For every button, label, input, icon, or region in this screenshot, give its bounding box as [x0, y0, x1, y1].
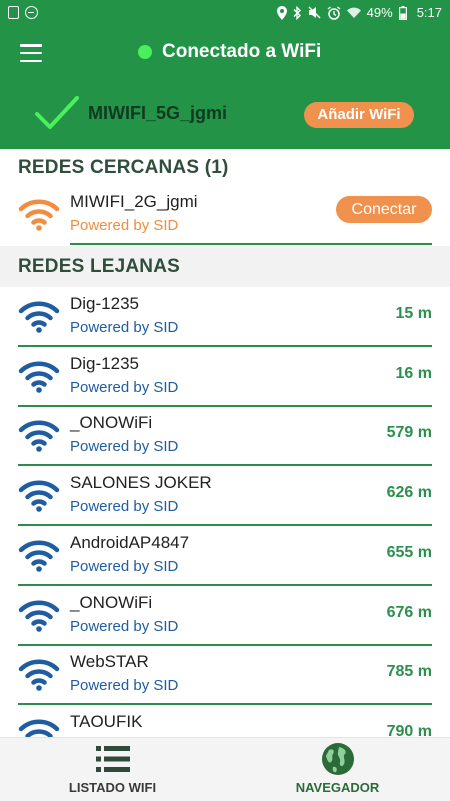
- bottom-navigation: LISTADO WIFI NAVEGADOR: [0, 737, 450, 801]
- connected-network-bar: MIWIFI_5G_jgmi Añadir WiFi: [0, 79, 450, 149]
- far-network-row[interactable]: _ONOWiFi Powered by SID 676 m: [0, 587, 450, 646]
- app-bar: Conectado a WiFi: [0, 29, 450, 79]
- network-provider: Powered by SID: [70, 677, 179, 695]
- page-title: Conectado a WiFi: [162, 41, 322, 62]
- wifi-signal-icon: [18, 540, 60, 572]
- bluetooth-icon: [293, 5, 301, 20]
- network-provider: Powered by SID: [70, 617, 179, 635]
- wifi-signal-icon: [18, 361, 60, 393]
- battery-percent: 49%: [366, 5, 393, 20]
- wifi-signal-icon: [18, 199, 60, 231]
- nav-label: LISTADO WIFI: [68, 780, 157, 795]
- network-distance: 785 m: [386, 663, 432, 681]
- list-icon: [96, 746, 130, 772]
- network-provider: Powered by SID: [70, 438, 179, 456]
- menu-icon[interactable]: [20, 44, 42, 62]
- near-networks-header: REDES CERCANAS (1): [18, 157, 229, 178]
- add-wifi-button[interactable]: Añadir WiFi: [304, 102, 414, 128]
- wifi-signal-icon: [18, 659, 60, 691]
- network-distance: 579 m: [386, 424, 432, 442]
- wifi-signal-icon: [18, 600, 60, 632]
- row-divider: [70, 243, 432, 245]
- network-name: Dig-1235: [70, 353, 139, 373]
- network-name: AndroidAP4847: [70, 532, 190, 552]
- network-name: Dig-1235: [70, 294, 139, 313]
- network-distance: 676 m: [386, 603, 432, 621]
- network-name: SALONES JOKER: [70, 473, 212, 493]
- network-name: _ONOWiFi: [70, 413, 153, 433]
- row-divider: [18, 524, 432, 527]
- wifi-signal-icon: [18, 301, 60, 333]
- network-distance: 626 m: [386, 484, 432, 502]
- checkmark-icon: [35, 96, 79, 129]
- row-divider: [18, 583, 432, 586]
- location-icon: [276, 5, 287, 20]
- clock: 5:17: [416, 5, 442, 20]
- nav-navegador[interactable]: NAVEGADOR: [225, 738, 450, 801]
- far-network-row[interactable]: Dig-1235 Powered by SID 16 m: [0, 348, 450, 407]
- mute-icon: [308, 6, 321, 19]
- row-divider: [18, 345, 432, 347]
- nav-listado-wifi[interactable]: LISTADO WIFI: [0, 738, 225, 801]
- network-name: TAOUFIK: [70, 711, 143, 731]
- network-provider: Powered by SID: [70, 557, 179, 575]
- row-divider: [18, 643, 432, 646]
- network-provider: Powered by SID: [70, 217, 179, 234]
- row-divider: [18, 404, 432, 407]
- row-divider: [18, 464, 432, 467]
- network-provider: Powered by SID: [70, 498, 179, 516]
- network-name: MIWIFI_2G_jgmi: [70, 192, 198, 211]
- network-distance: 16 m: [395, 364, 432, 382]
- far-network-row[interactable]: Dig-1235 Powered by SID 15 m: [0, 288, 450, 347]
- do-not-disturb-icon: [25, 6, 38, 19]
- alarm-icon: [327, 5, 341, 20]
- wifi-signal-icon: [18, 480, 60, 512]
- nav-label: NAVEGADOR: [295, 780, 380, 795]
- globe-icon: [322, 743, 354, 775]
- connected-ssid: MIWIFI_5G_jgmi: [88, 103, 228, 123]
- wifi-signal-icon: [18, 420, 60, 453]
- far-network-row[interactable]: SALONES JOKER Powered by SID 626 m: [0, 467, 450, 527]
- far-network-row[interactable]: AndroidAP4847 Powered by SID 655 m: [0, 527, 450, 586]
- status-bar: 49% 5:17: [0, 0, 450, 29]
- near-network-row[interactable]: MIWIFI_2G_jgmi Powered by SID Conectar: [0, 186, 450, 245]
- network-provider: Powered by SID: [70, 378, 179, 396]
- network-distance: 15 m: [395, 305, 432, 322]
- battery-icon: [398, 5, 407, 20]
- connection-status-dot: [138, 45, 152, 59]
- connect-button[interactable]: Conectar: [336, 196, 432, 223]
- far-networks-header: REDES LEJANAS: [18, 256, 181, 277]
- network-name: WebSTAR: [70, 652, 149, 672]
- network-name: _ONOWiFi: [70, 592, 153, 612]
- network-provider: Powered by SID: [70, 319, 179, 336]
- checkbox-icon: [8, 6, 19, 19]
- row-divider: [18, 703, 432, 706]
- far-network-row[interactable]: WebSTAR Powered by SID 785 m: [0, 646, 450, 706]
- far-network-row[interactable]: _ONOWiFi Powered by SID 579 m: [0, 407, 450, 467]
- wifi-icon: [346, 7, 361, 18]
- network-distance: 655 m: [386, 543, 432, 561]
